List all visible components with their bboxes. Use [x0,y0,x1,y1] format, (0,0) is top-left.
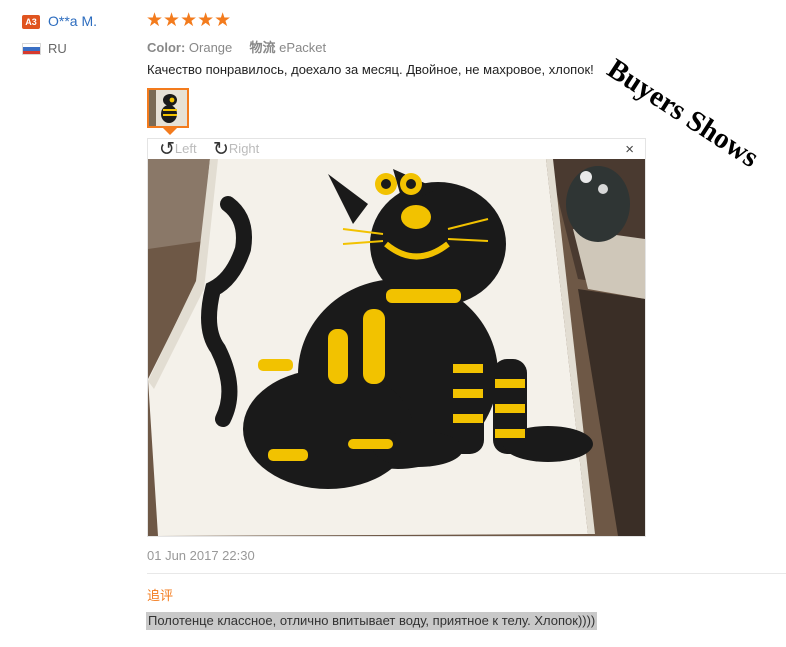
close-icon[interactable]: × [625,141,634,159]
followup-text: Полотенце классное, отлично впитывает во… [146,612,598,630]
rotate-left-label: Left [174,141,197,156]
rotate-right-icon: ↻ [213,139,229,160]
rotate-left-icon: ↺ [159,139,175,160]
thumbnail-pointer [163,128,177,135]
photo-viewer: ↺Left ↻Right × [147,138,646,537]
star-rating: ★★★★★ [146,10,232,31]
cat-towel-thumbnail-image [149,90,187,126]
photo-thumbnail[interactable] [147,88,189,128]
order-attributes: Color: Orange 物流 ePacket [147,37,326,56]
color-value: Orange [188,40,233,55]
shipping-label: 物流 [249,40,276,55]
rotate-right-label: Right [228,141,260,156]
color-label: Color: [147,40,186,55]
review-text: Качество понравилось, доехало за месяц. … [147,62,594,77]
rotate-right-button[interactable]: ↻Right [213,140,259,159]
russia-flag-icon [22,43,41,55]
user-level-badge: A3 [22,15,40,29]
rotate-left-button[interactable]: ↺Left [159,140,197,159]
review-date: 01 Jun 2017 22:30 [147,548,255,563]
review-photo [148,159,645,536]
reviewer-country: RU [48,41,67,56]
shipping-value: ePacket [279,40,327,55]
followup-label: 追评 [147,588,174,603]
section-divider [147,573,786,574]
reviewer-name[interactable]: O**a M. [48,13,97,29]
